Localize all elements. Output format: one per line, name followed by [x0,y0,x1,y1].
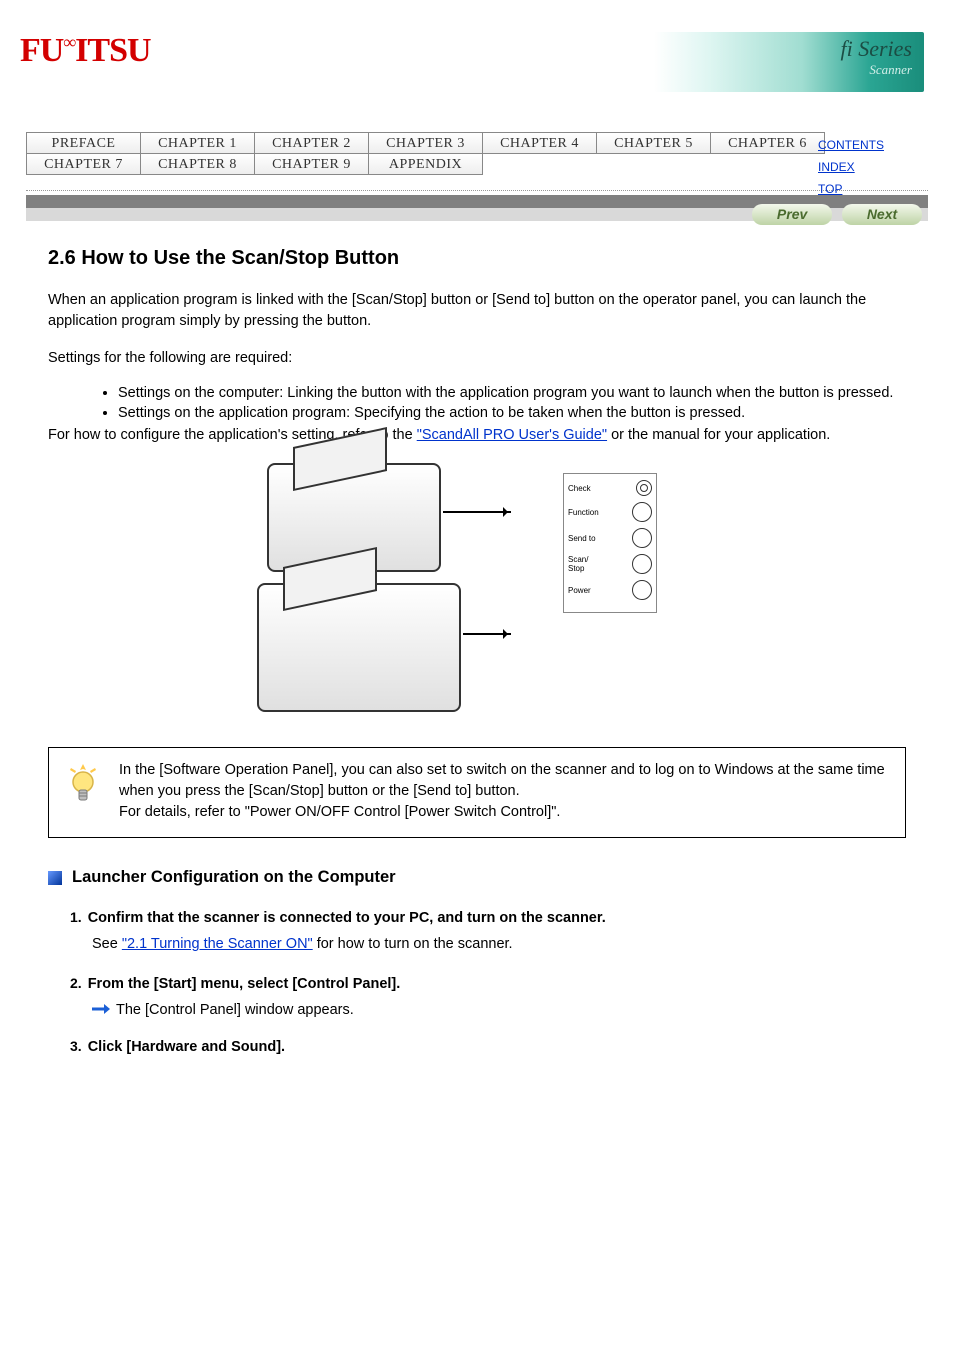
arrow-icon [463,633,511,635]
panel-row: Power [568,580,652,600]
step-title: From the [Start] menu, select [Control P… [88,976,401,992]
step-number: 3. [70,1038,82,1054]
panel-button-icon [632,502,652,522]
panel-button-icon [632,580,652,600]
panel-label: Send to [568,534,596,543]
step-number: 1. [70,909,82,925]
step-link[interactable]: "2.1 Turning the Scanner ON" [122,936,313,952]
hint-text-1: In the [Software Operation Panel], you c… [119,762,885,799]
step: 3. Click [Hardware and Sound]. [70,1038,906,1055]
settings-item: Settings on the application program: Spe… [118,405,906,421]
result-arrow-icon [92,1003,110,1015]
tab-chapter-3[interactable]: CHAPTER 3 [368,132,483,154]
prev-button[interactable]: Prev [752,204,832,225]
panel-label: Scan/ Stop [568,555,588,573]
hint-link[interactable]: "Power ON/OFF Control [Power Switch Cont… [245,804,557,820]
arrow-icon [443,511,511,513]
banner-sub: Scanner [869,62,912,78]
panel-label: Check [568,484,591,493]
settings-intro: Settings for the following are required: [48,348,906,369]
link-contents[interactable]: CONTENTS [818,138,884,152]
tab-chapter-5[interactable]: CHAPTER 5 [596,132,711,154]
tab-preface[interactable]: PREFACE [26,132,141,154]
step-number: 2. [70,975,82,991]
tab-chapter-6[interactable]: CHAPTER 6 [710,132,825,154]
step: 1. Confirm that the scanner is connected … [70,909,906,955]
step-title: Click [Hardware and Sound]. [88,1039,285,1055]
lightbulb-icon [63,760,103,804]
hint-box: In the [Software Operation Panel], you c… [48,747,906,838]
tab-appendix[interactable]: APPENDIX [368,153,483,175]
panel-row: Scan/ Stop [568,554,652,574]
step-title: Confirm that the scanner is connected to… [88,910,606,926]
step: 2. From the [Start] menu, select [Control… [70,975,906,1018]
settings-list: Settings on the computer: Linking the bu… [78,385,906,421]
link-top[interactable]: TOP [818,182,884,196]
panel-row: Send to [568,528,652,548]
step-desc: See "2.1 Turning the Scanner ON" for how… [92,934,906,955]
reference-line: For how to configure the application's s… [48,427,906,443]
subheading: Launcher Configuration on the Computer [48,868,906,887]
side-links: CONTENTS INDEX TOP [818,138,884,204]
banner: fi Series Scanner [654,32,924,92]
tab-chapter-9[interactable]: CHAPTER 9 [254,153,369,175]
banner-series: fi Series [841,36,913,62]
scanner-figure: Check Function Send to Scan/ Stop Power [257,463,697,723]
operator-panel: Check Function Send to Scan/ Stop Power [563,473,657,613]
panel-label: Function [568,508,599,517]
nav-tabs: PREFACECHAPTER 1CHAPTER 2CHAPTER 3CHAPTE… [26,132,928,174]
page-title: 2.6 How to Use the Scan/Stop Button [48,247,906,270]
steps: 1. Confirm that the scanner is connected … [70,909,906,1055]
panel-button-icon [632,528,652,548]
link-index[interactable]: INDEX [818,160,884,174]
tab-chapter-8[interactable]: CHAPTER 8 [140,153,255,175]
scanner-flatbed-icon [257,583,461,712]
square-bullet-icon [48,871,62,885]
lead-paragraph: When an application program is linked wi… [48,290,906,332]
settings-item: Settings on the computer: Linking the bu… [118,385,906,401]
tab-chapter-2[interactable]: CHAPTER 2 [254,132,369,154]
panel-row: Check [568,480,652,496]
panel-label: Power [568,586,591,595]
next-button[interactable]: Next [842,204,922,225]
panel-button-icon [636,480,652,496]
panel-row: Function [568,502,652,522]
panel-button-icon [632,554,652,574]
tab-chapter-4[interactable]: CHAPTER 4 [482,132,597,154]
step-result: The [Control Panel] window appears. [92,1002,906,1018]
tab-chapter-7[interactable]: CHAPTER 7 [26,153,141,175]
ref-link-scandall[interactable]: "ScandAll PRO User's Guide" [417,427,607,443]
logo: FU∞ITSU [20,32,151,70]
tab-chapter-1[interactable]: CHAPTER 1 [140,132,255,154]
